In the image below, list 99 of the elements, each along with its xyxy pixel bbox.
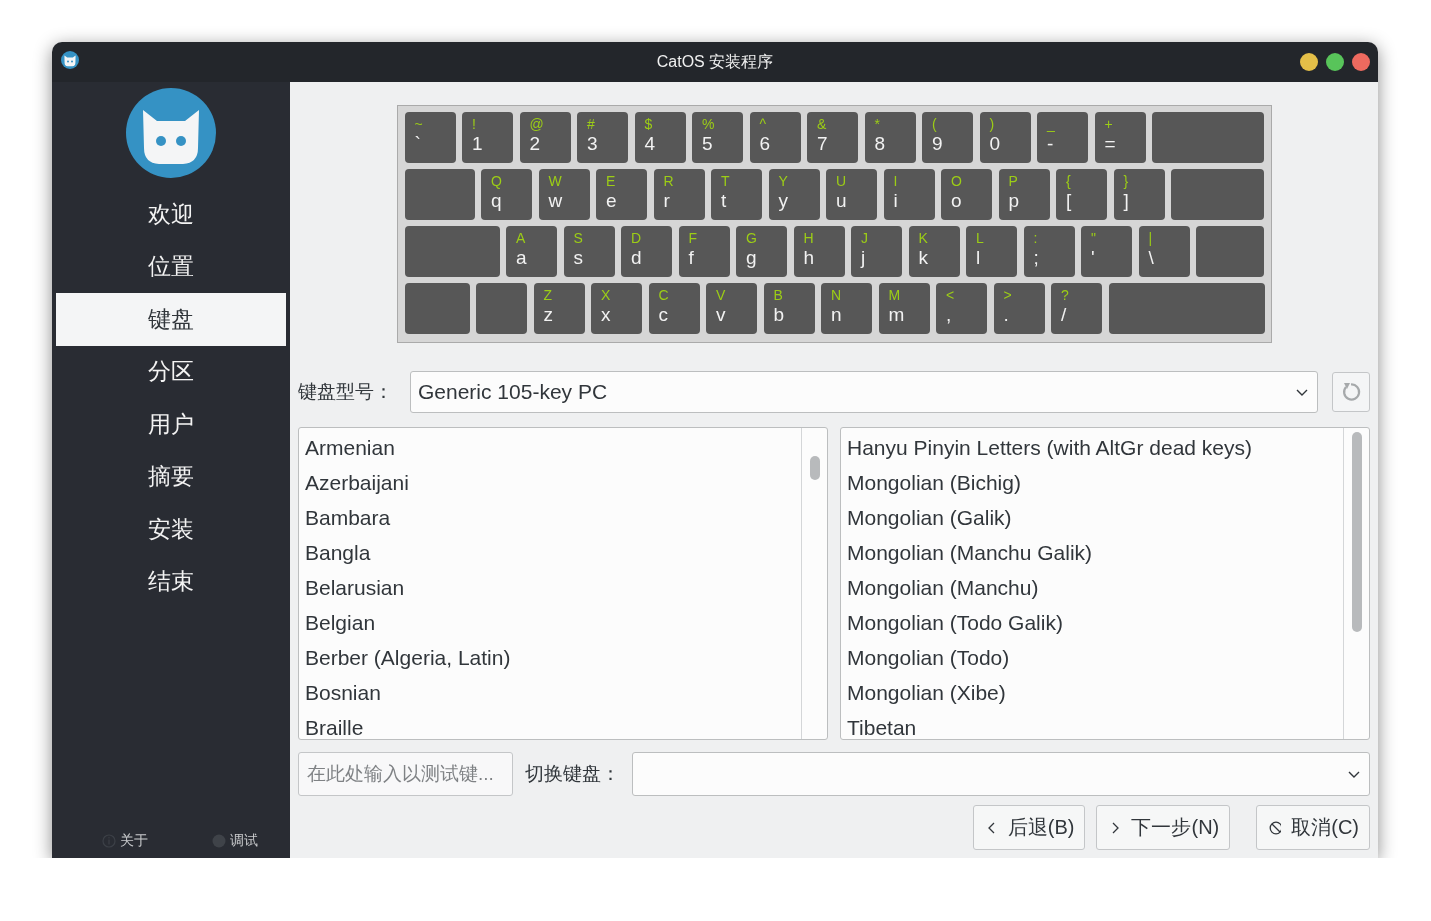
switch-keyboard-dropdown[interactable] (632, 752, 1370, 796)
key: # 3 (577, 112, 628, 163)
reset-button[interactable] (1332, 372, 1370, 412)
key: Q q (481, 169, 532, 220)
key: C c (648, 283, 700, 334)
key: ) 0 (979, 112, 1031, 163)
key (476, 283, 527, 334)
sidebar-item[interactable]: 安装 (56, 503, 286, 556)
key: > . (993, 283, 1045, 334)
list-item[interactable]: Bangla (299, 535, 801, 570)
keyboard-model-dropdown[interactable]: Generic 105-key PC (410, 371, 1318, 413)
list-item[interactable]: Belarusian (299, 570, 801, 605)
reset-icon (1340, 381, 1362, 403)
dot-icon (212, 834, 226, 848)
key: U u (826, 169, 877, 220)
key: L l (966, 226, 1017, 277)
sidebar-item[interactable]: 用户 (56, 398, 286, 451)
key: * 8 (864, 112, 916, 163)
list-item[interactable]: Mongolian (Todo Galik) (841, 605, 1343, 640)
key: K k (908, 226, 960, 277)
list-item[interactable]: Berber (Algeria, Latin) (299, 640, 801, 675)
key: G g (736, 226, 787, 277)
sidebar-item[interactable]: 摘要 (56, 450, 286, 503)
list-item[interactable]: Mongolian (Galik) (841, 500, 1343, 535)
cat-logo-icon (126, 88, 216, 178)
key: _ - (1037, 112, 1088, 163)
key: X x (591, 283, 642, 334)
test-input-field[interactable]: 在此处输入以测试键... (298, 752, 513, 796)
key: : ; (1023, 226, 1075, 277)
key: T t (711, 169, 762, 220)
key: " ' (1081, 226, 1132, 277)
back-button[interactable]: 后退(B) (972, 805, 1086, 850)
key: N n (821, 283, 872, 334)
key: ( 9 (922, 112, 973, 163)
key: M m (878, 283, 930, 334)
list-item[interactable]: Braille (299, 710, 801, 739)
list-item[interactable]: Hanyu Pinyin Letters (with AltGr dead keys) (841, 430, 1343, 465)
key: ? / (1051, 283, 1102, 334)
key: I i (883, 169, 935, 220)
scrollbar-thumb[interactable] (1351, 432, 1362, 632)
list-item[interactable]: Mongolian (Manchu) (841, 570, 1343, 605)
key: } ] (1113, 169, 1165, 220)
key: O o (941, 169, 992, 220)
window-control-button[interactable] (1326, 53, 1344, 71)
key (404, 169, 475, 220)
key: Z z (533, 283, 585, 334)
key: ~ ` (404, 112, 456, 163)
key (404, 283, 470, 334)
list-item[interactable]: Mongolian (Todo) (841, 640, 1343, 675)
switch-keyboard-label: 切换键盘： (525, 762, 620, 786)
key: { [ (1056, 169, 1107, 220)
key: | \ (1138, 226, 1190, 277)
key: J j (851, 226, 902, 277)
key: R r (653, 169, 705, 220)
key: P p (998, 169, 1050, 220)
key: < , (936, 283, 987, 334)
window-control-button[interactable] (1300, 53, 1318, 71)
key: % 5 (692, 112, 743, 163)
sidebar-item[interactable]: 键盘 (56, 293, 286, 346)
list-item[interactable]: Armenian (299, 430, 801, 465)
sidebar-item[interactable]: 位置 (56, 240, 286, 293)
list-item[interactable]: Bambara (299, 500, 801, 535)
key: S s (563, 226, 615, 277)
about-link[interactable]: 关于 (120, 832, 148, 850)
key: ^ 6 (749, 112, 801, 163)
key: D d (621, 226, 672, 277)
key: $ 4 (634, 112, 686, 163)
list-item[interactable]: Belgian (299, 605, 801, 640)
sidebar-item[interactable]: 结束 (56, 555, 286, 608)
list-item[interactable]: Azerbaijani (299, 465, 801, 500)
key: H h (793, 226, 845, 277)
list-item[interactable]: Mongolian (Manchu Galik) (841, 535, 1343, 570)
window-control-button[interactable] (1352, 53, 1370, 71)
list-item[interactable]: Mongolian (Xibe) (841, 675, 1343, 710)
window-title: CatOS 安装程序 (656, 51, 774, 72)
next-button[interactable]: 下一步(N) (1096, 805, 1231, 850)
key: W w (538, 169, 590, 220)
key: F f (678, 226, 730, 277)
cancel-icon (1269, 820, 1282, 835)
sidebar-item[interactable]: 分区 (56, 345, 286, 398)
key: @ 2 (519, 112, 571, 163)
keyboard-model-label: 键盘型号： (298, 380, 394, 404)
key: + = (1094, 112, 1146, 163)
sidebar-item[interactable]: 欢迎 (56, 188, 286, 241)
debug-link[interactable]: 调试 (230, 832, 258, 850)
key: Y y (768, 169, 820, 220)
key: B b (763, 283, 815, 334)
key: V v (706, 283, 757, 334)
list-item[interactable]: Mongolian (Bichig) (841, 465, 1343, 500)
app-icon (61, 51, 79, 69)
scrollbar-thumb[interactable] (809, 456, 820, 480)
key: & 7 (807, 112, 858, 163)
key (1196, 226, 1264, 277)
list-item[interactable]: Bosnian (299, 675, 801, 710)
key: ! 1 (462, 112, 513, 163)
cancel-button[interactable]: 取消(C) (1256, 805, 1370, 850)
key: E e (596, 169, 647, 220)
list-item[interactable]: Tibetan (841, 710, 1343, 739)
key: A a (506, 226, 557, 277)
